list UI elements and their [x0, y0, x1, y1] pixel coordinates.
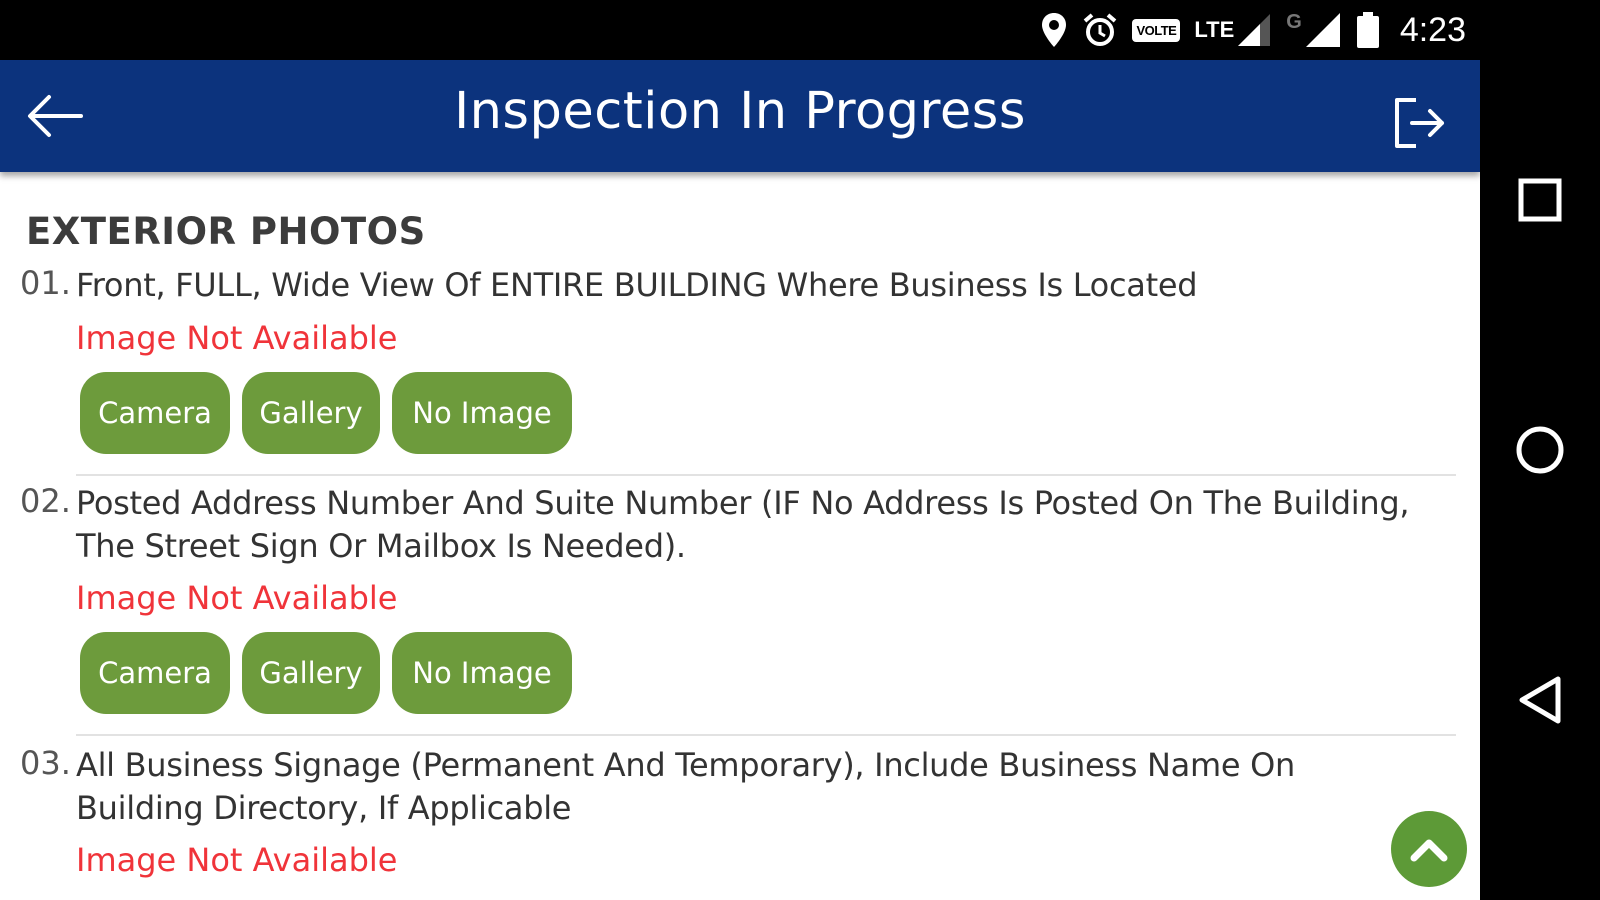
recents-square-icon	[1518, 178, 1562, 222]
chevron-up-icon	[1410, 839, 1448, 862]
alarm-icon	[1082, 12, 1118, 48]
status-clock: 4:23	[1399, 10, 1466, 49]
item-number: 01.	[20, 264, 71, 302]
logout-button[interactable]	[1392, 94, 1458, 158]
status-icons: VOLTE LTE G 4:23	[1040, 0, 1466, 60]
g-signal-icon: G	[1286, 11, 1342, 49]
divider	[76, 734, 1456, 736]
logout-icon	[1395, 98, 1444, 148]
location-icon	[1040, 12, 1068, 48]
recents-button[interactable]	[1480, 150, 1600, 250]
section-title: EXTERIOR PHOTOS	[26, 210, 426, 253]
scroll-to-top-button[interactable]	[1391, 811, 1467, 887]
gallery-button[interactable]: Gallery	[242, 372, 380, 454]
camera-button[interactable]: Camera	[80, 372, 230, 454]
image-status: Image Not Available	[76, 319, 398, 357]
image-status: Image Not Available	[76, 841, 398, 879]
no-image-button[interactable]: No Image	[392, 632, 572, 714]
divider	[76, 474, 1456, 476]
item-description: Posted Address Number And Suite Number (…	[76, 484, 1410, 565]
item-description: Front, FULL, Wide View Of ENTIRE BUILDIN…	[76, 266, 1198, 304]
volte-icon: VOLTE	[1132, 18, 1181, 42]
photo-actions: Camera Gallery No Image	[80, 372, 572, 454]
system-back-button[interactable]	[1480, 650, 1600, 750]
battery-icon	[1356, 11, 1380, 49]
no-image-button[interactable]: No Image	[392, 372, 572, 454]
item-description: All Business Signage (Permanent And Temp…	[76, 746, 1295, 827]
lte-signal-icon: LTE	[1194, 12, 1272, 48]
home-button[interactable]	[1480, 400, 1600, 500]
content-area[interactable]: EXTERIOR PHOTOS 01. Front, FULL, Wide Vi…	[0, 172, 1480, 900]
navigation-bar	[1480, 0, 1600, 900]
lte-label: LTE	[1194, 17, 1235, 42]
status-bar: VOLTE LTE G 4:23	[0, 0, 1480, 60]
page-title: Inspection In Progress	[454, 82, 1026, 141]
home-circle-icon	[1516, 426, 1564, 474]
camera-button[interactable]: Camera	[80, 632, 230, 714]
g-label: G	[1286, 10, 1302, 33]
back-triangle-icon	[1519, 676, 1561, 724]
photo-actions: Camera Gallery No Image	[80, 632, 572, 714]
item-number: 02.	[20, 482, 71, 520]
gallery-button[interactable]: Gallery	[242, 632, 380, 714]
item-number: 03.	[20, 744, 71, 782]
app-bar: Inspection In Progress	[0, 60, 1480, 172]
image-status: Image Not Available	[76, 579, 398, 617]
